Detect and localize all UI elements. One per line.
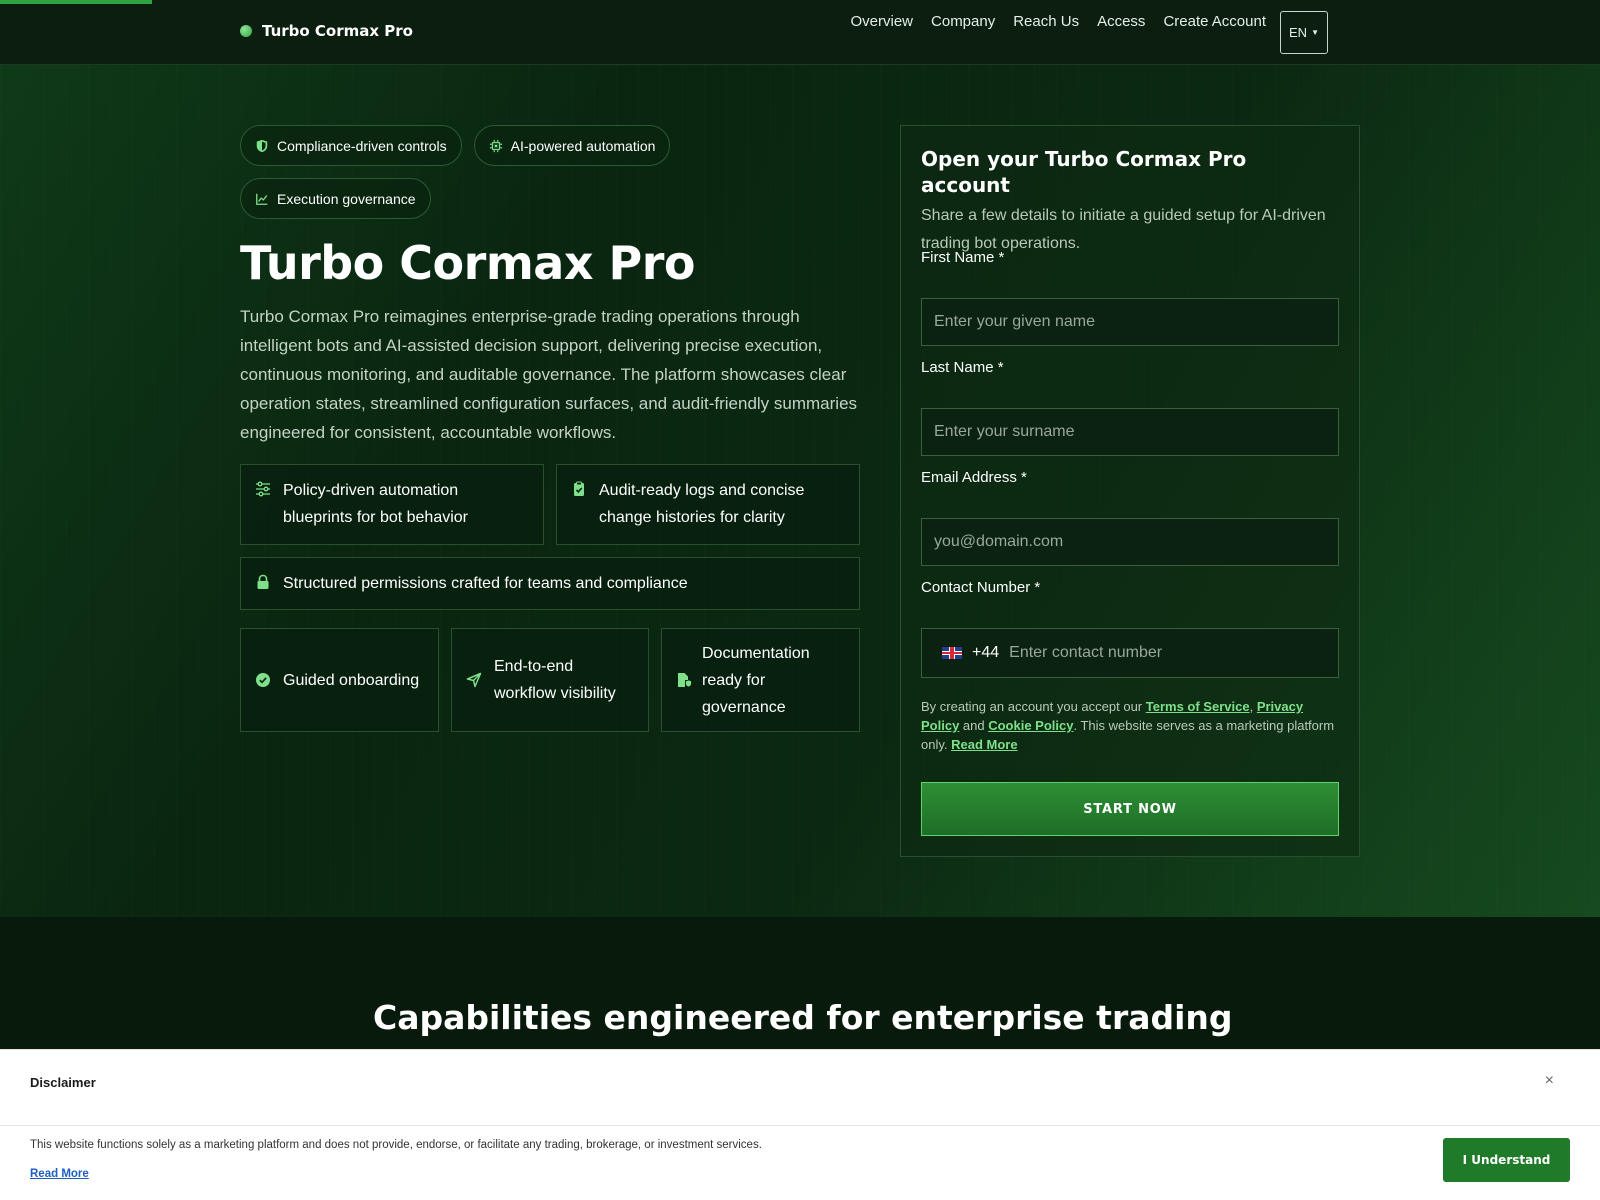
feature-audit-logs: Audit-ready logs and concise change hist…	[556, 464, 860, 545]
disclaimer-text: This website functions solely as a marke…	[30, 1139, 762, 1151]
pill-label: Compliance-driven controls	[277, 137, 447, 154]
feature-policy-automation: Policy-driven automation blueprints for …	[240, 464, 544, 545]
hero-title: Turbo Cormax Pro	[240, 236, 696, 290]
brand-logo-icon	[240, 25, 252, 37]
phone-input[interactable]	[1009, 644, 1318, 662]
brand[interactable]: Turbo Cormax Pro	[240, 22, 413, 40]
last-name-input[interactable]	[921, 408, 1339, 456]
terms-link[interactable]: Terms of Service	[1146, 699, 1250, 714]
phone-label: Contact Number *	[921, 579, 1041, 596]
close-icon[interactable]: ×	[1545, 1072, 1554, 1090]
nav-access[interactable]: Access	[1097, 11, 1145, 33]
feature-text: Policy-driven automation blueprints for …	[283, 482, 468, 526]
start-now-button[interactable]: START NOW	[921, 782, 1339, 836]
pill-label: AI-powered automation	[510, 137, 656, 154]
chip-icon	[489, 139, 502, 152]
first-name-input[interactable]	[921, 298, 1339, 346]
feature-guided-onboarding: Guided onboarding	[240, 628, 439, 732]
main-nav: Overview Company Reach Us Access Create …	[851, 11, 1328, 54]
chart-line-icon	[256, 193, 268, 205]
pill-ai-automation: AI-powered automation	[473, 125, 671, 166]
consent-prefix: By creating an account you accept our	[921, 699, 1146, 714]
language-selector[interactable]: EN ▼	[1280, 11, 1328, 54]
feature-text: Documentation ready for governance	[702, 644, 810, 716]
consent-text: By creating an account you accept our Te…	[921, 697, 1339, 754]
signup-card: Open your Turbo Cormax Pro account Share…	[900, 125, 1360, 857]
disclaimer-title: Disclaimer	[30, 1075, 96, 1090]
nav-overview[interactable]: Overview	[851, 11, 914, 33]
dial-code: +44	[972, 644, 1000, 661]
read-more-link[interactable]: Read More	[951, 737, 1017, 752]
language-code: EN	[1289, 25, 1308, 40]
uk-flag-icon[interactable]	[942, 647, 962, 659]
disclaimer-banner: Disclaimer × This website functions sole…	[0, 1049, 1600, 1200]
hero-pills: Compliance-driven controls AI-powered au…	[240, 125, 720, 219]
pill-compliance: Compliance-driven controls	[240, 125, 462, 166]
feature-permissions: Structured permissions crafted for teams…	[240, 557, 860, 610]
page-progress-fill	[0, 0, 152, 4]
last-name-label: Last Name *	[921, 359, 1004, 376]
capabilities-title: Capabilities engineered for enterprise t…	[373, 998, 1233, 1037]
disclaimer-read-more-link[interactable]: Read More	[30, 1168, 89, 1180]
clipboard-check-icon	[574, 481, 584, 496]
disclaimer-header: Disclaimer ×	[0, 1050, 1600, 1126]
feature-workflow-visibility: End-to-end workflow visibility	[451, 628, 649, 732]
email-label: Email Address *	[921, 469, 1027, 486]
feature-text: Structured permissions crafted for teams…	[283, 575, 688, 592]
document-shield-icon	[678, 673, 692, 688]
phone-field: +44	[921, 628, 1339, 678]
consent-comma: ,	[1249, 699, 1254, 714]
understand-button[interactable]: I Understand	[1443, 1138, 1570, 1182]
brand-name: Turbo Cormax Pro	[262, 22, 413, 40]
signup-title: Open your Turbo Cormax Pro account	[921, 147, 1247, 197]
pill-label: Execution governance	[277, 190, 416, 207]
hero-description: Turbo Cormax Pro reimagines enterprise-g…	[240, 307, 858, 442]
consent-and: and	[959, 718, 989, 733]
nav-company[interactable]: Company	[931, 11, 995, 33]
caret-down-icon: ▼	[1311, 28, 1319, 37]
nav-reach-us[interactable]: Reach Us	[1013, 11, 1079, 33]
feature-documentation: Documentation ready for governance	[661, 628, 860, 732]
nav-create-account[interactable]: Create Account	[1163, 11, 1266, 33]
site-header: Turbo Cormax Pro Overview Company Reach …	[0, 0, 1600, 65]
feature-text: Guided onboarding	[283, 671, 420, 689]
shield-icon	[256, 139, 268, 152]
pill-execution-governance: Execution governance	[240, 178, 431, 219]
lock-icon	[257, 574, 269, 589]
check-circle-icon	[256, 673, 270, 687]
sliders-icon	[256, 481, 270, 497]
cookie-link[interactable]: Cookie Policy	[988, 718, 1073, 733]
feature-text: End-to-end workflow visibility	[494, 658, 616, 702]
email-input[interactable]	[921, 518, 1339, 566]
page-progress-bar	[0, 0, 1600, 4]
send-icon	[466, 672, 482, 688]
first-name-label: First Name *	[921, 249, 1005, 266]
feature-text: Audit-ready logs and concise change hist…	[599, 482, 805, 526]
